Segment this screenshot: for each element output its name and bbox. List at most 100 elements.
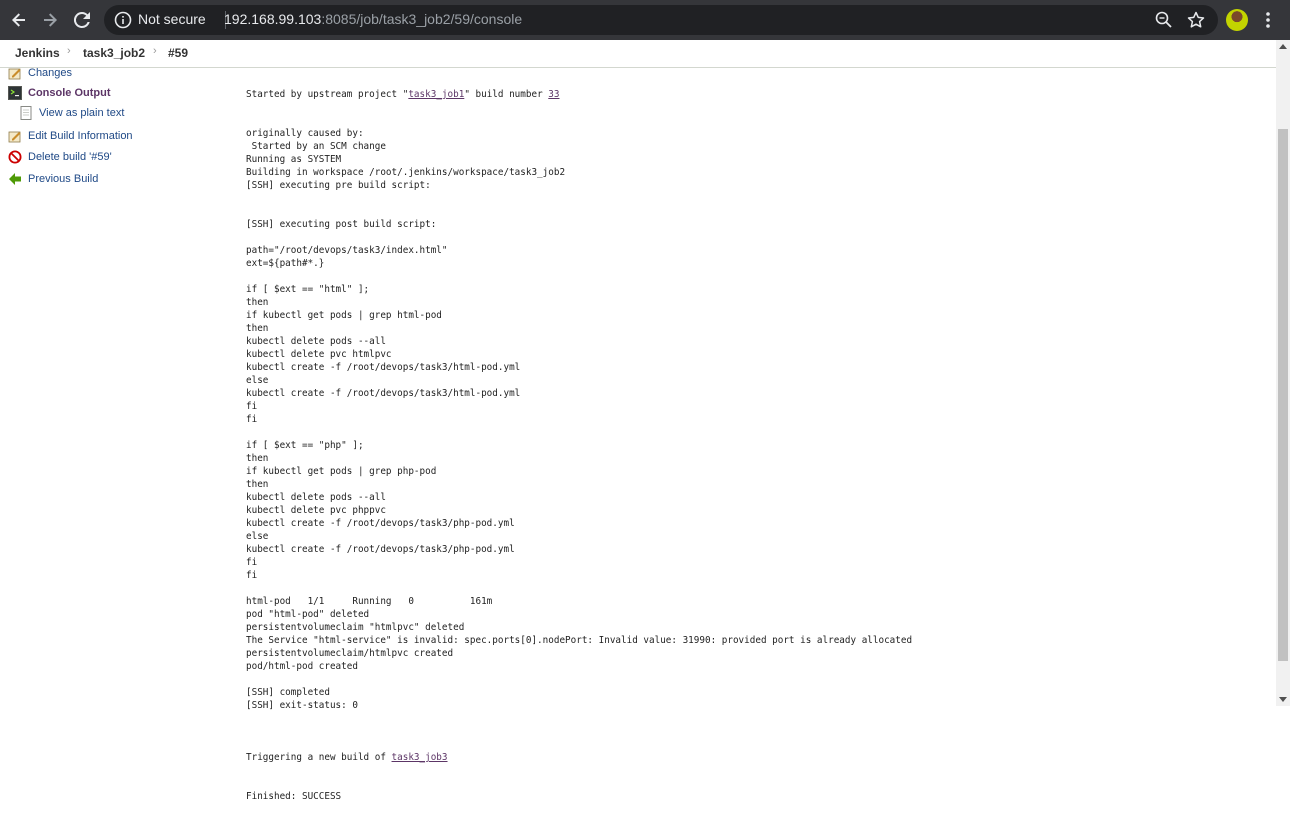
console-line: Started by an SCM change xyxy=(246,141,386,152)
reload-button[interactable] xyxy=(71,9,93,31)
forward-arrow-icon xyxy=(44,13,57,27)
sidebar-item-previous-build[interactable]: Previous Build xyxy=(8,171,98,187)
console-line: kubectl delete pods --all xyxy=(246,336,386,347)
downstream-job-link[interactable]: task3_job3 xyxy=(392,752,448,763)
console-line: Building in workspace /root/.jenkins/wor… xyxy=(246,167,566,178)
sidebar-item-edit-build-info[interactable]: Edit Build Information xyxy=(8,128,133,144)
console-line: pod/html-pod created xyxy=(246,661,358,672)
console-line-trigger: Triggering a new build of task3_job3 xyxy=(246,751,912,764)
console-line: then xyxy=(246,297,269,308)
breadcrumb-separator: › xyxy=(153,45,157,57)
console-line: fi xyxy=(246,414,258,425)
console-line: ext=${path#*.} xyxy=(246,258,325,269)
sidebar-item-label: Changes xyxy=(28,67,73,79)
console-line: fi xyxy=(246,401,258,412)
not-secure-label: Not secure xyxy=(138,11,206,27)
console-line: persistentvolumeclaim/htmlpvc created xyxy=(246,648,454,659)
console-line: kubectl delete pods --all xyxy=(246,492,386,503)
console-text: " build number xyxy=(464,89,549,100)
console-line: fi xyxy=(246,557,258,568)
console-text: Triggering a new build of xyxy=(246,752,392,763)
console-line: kubectl delete pvc htmlpvc xyxy=(246,349,392,360)
upstream-project-link[interactable]: task3_job1 xyxy=(408,89,464,100)
sidebar-item-label: Previous Build xyxy=(28,173,99,185)
url-host: 192.168.99.103 xyxy=(224,11,322,27)
profile-avatar[interactable] xyxy=(1226,9,1248,31)
breadcrumb-build[interactable]: #59 xyxy=(168,46,188,60)
address-bar[interactable]: Not secure 192.168.99.103:8085/job/task3… xyxy=(104,5,1218,35)
sidebar-item-label: Delete build '#59' xyxy=(28,151,112,163)
console-line: else xyxy=(246,531,269,542)
notepad-icon xyxy=(8,68,21,80)
console-line: if [ $ext == "html" ]; xyxy=(246,284,370,295)
console-line: html-pod 1/1 Running 0 161m xyxy=(246,596,493,607)
console-line: path="/root/devops/task3/index.html" xyxy=(246,245,448,256)
page-scrollbar[interactable] xyxy=(1276,40,1290,706)
info-icon[interactable] xyxy=(114,11,132,29)
console-output: Started by upstream project "task3_job1"… xyxy=(246,62,912,816)
console-line: then xyxy=(246,323,269,334)
console-line: originally caused by: xyxy=(246,128,364,139)
console-line: kubectl create -f /root/devops/task3/htm… xyxy=(246,388,521,399)
sidebar-item-label: View as plain text xyxy=(39,107,125,119)
breadcrumb-job[interactable]: task3_job2 xyxy=(83,46,145,60)
console-line: kubectl create -f /root/devops/task3/php… xyxy=(246,544,515,555)
console-line: if [ $ext == "php" ]; xyxy=(246,440,364,451)
terminal-icon xyxy=(8,86,22,100)
console-line: then xyxy=(246,453,269,464)
breadcrumb-separator: › xyxy=(67,45,71,57)
console-line: The Service "html-service" is invalid: s… xyxy=(246,635,913,646)
console-line: [SSH] executing post build script: xyxy=(246,219,437,230)
reload-icon xyxy=(73,11,90,28)
console-line-upstream: Started by upstream project "task3_job1"… xyxy=(246,88,912,101)
document-icon xyxy=(20,106,32,120)
sidebar-item-plain-text[interactable]: View as plain text xyxy=(19,105,124,121)
url-text[interactable]: 192.168.99.103:8085/job/task3_job2/59/co… xyxy=(224,11,522,27)
scroll-down-icon[interactable] xyxy=(1279,697,1287,702)
url-path: :8085/job/task3_job2/59/console xyxy=(321,11,523,27)
sidebar-item-label: Edit Build Information xyxy=(28,130,133,142)
console-line: [SSH] executing pre build script: xyxy=(246,180,431,191)
notepad-icon xyxy=(8,131,21,143)
console-line: persistentvolumeclaim "htmlpvc" deleted xyxy=(246,622,465,633)
left-arrow-icon xyxy=(9,173,21,185)
console-line: kubectl create -f /root/devops/task3/htm… xyxy=(246,362,521,373)
sidebar-item-label: Console Output xyxy=(28,87,111,99)
more-options-icon[interactable] xyxy=(1262,10,1274,30)
console-line: kubectl delete pvc phppvc xyxy=(246,505,386,516)
back-arrow-icon xyxy=(12,13,25,27)
console-text: Started by upstream project " xyxy=(246,89,409,100)
console-lines: originally caused by: Started by an SCM … xyxy=(246,127,912,725)
upstream-build-link[interactable]: 33 xyxy=(548,89,559,100)
breadcrumb-jenkins[interactable]: Jenkins xyxy=(15,46,60,60)
back-button[interactable] xyxy=(8,9,30,31)
bookmark-star-icon[interactable] xyxy=(1186,10,1206,30)
console-line: pod "html-pod" deleted xyxy=(246,609,370,620)
console-line: kubectl create -f /root/devops/task3/php… xyxy=(246,518,515,529)
console-line: [SSH] completed xyxy=(246,687,330,698)
console-line: if kubectl get pods | grep php-pod xyxy=(246,466,437,477)
forward-button[interactable] xyxy=(39,9,61,31)
console-line: else xyxy=(246,375,269,386)
scroll-up-icon[interactable] xyxy=(1279,44,1287,49)
console-line-finished: Finished: SUCCESS xyxy=(246,791,342,802)
scroll-thumb[interactable] xyxy=(1278,129,1288,661)
console-line: then xyxy=(246,479,269,490)
no-entry-icon xyxy=(8,150,22,164)
console-line: Running as SYSTEM xyxy=(246,154,342,165)
sidebar-item-delete-build[interactable]: Delete build '#59' xyxy=(8,149,112,165)
console-line: fi xyxy=(246,570,258,581)
browser-toolbar: Not secure 192.168.99.103:8085/job/task3… xyxy=(0,0,1290,40)
sidebar-item-changes[interactable]: Changes xyxy=(8,65,72,81)
sidebar-item-console-output[interactable]: Console Output xyxy=(8,85,111,101)
zoom-icon[interactable] xyxy=(1154,10,1174,30)
console-line: if kubectl get pods | grep html-pod xyxy=(246,310,442,321)
